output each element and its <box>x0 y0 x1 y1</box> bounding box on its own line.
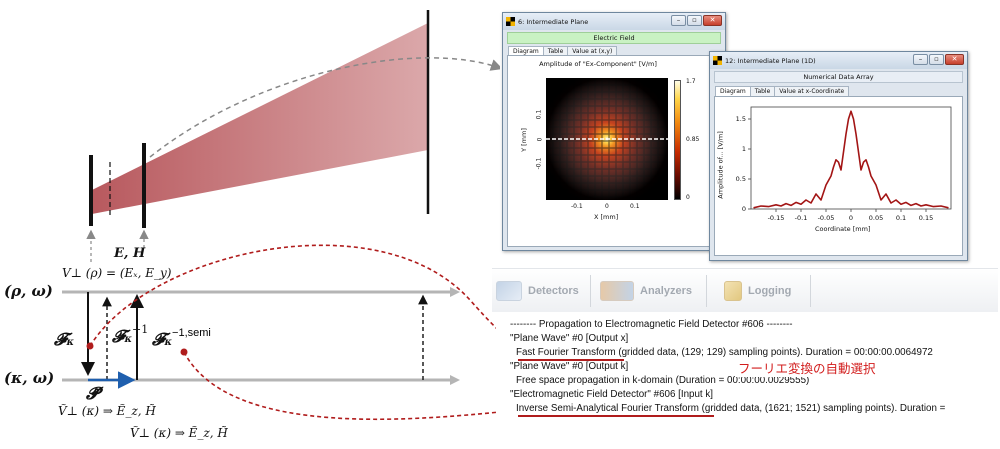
x-tick-label: 0.05 <box>869 214 883 222</box>
colorbar-tick-max: 1.7 <box>686 78 696 85</box>
app-icon <box>713 56 722 65</box>
heatmap <box>546 78 668 200</box>
semi-underline <box>518 415 714 417</box>
p-tilde-label: 𝓟̃ <box>86 384 99 404</box>
x-tick-label: -0.1 <box>795 214 808 222</box>
toolbar: Detectors Analyzers Logging <box>492 268 998 312</box>
x-tick-label: 0.1 <box>896 214 906 222</box>
v-kappa-label-2: Ṽ⊥ (κ) ⇒ Ẽ_z, H̃ <box>130 426 228 440</box>
semi-connector <box>183 351 500 421</box>
logging-icon <box>724 281 742 301</box>
x-axis-label: X [mm] <box>594 213 619 221</box>
rho-omega-label: (ρ, ω) <box>4 282 53 300</box>
fft-underline <box>518 359 624 361</box>
x-tick-label: -0.05 <box>818 214 835 222</box>
y-tick-label: 0 <box>742 205 746 213</box>
colorbar-tick-mid: 0.85 <box>686 136 700 143</box>
log-line: "Plane Wave" #0 [Output x] <box>510 333 629 344</box>
log-line: "Electromagnetic Field Detector" #606 [I… <box>510 389 713 400</box>
f-inv-label: 𝓕κ−1 <box>112 323 149 347</box>
v-kappa-label-1: Ṽ⊥ (κ) ⇒ Ẽ_z, H̃ <box>58 404 156 418</box>
window-intermediate-plane-1d[interactable]: 12: Intermediate Plane (1D) – ▫ ✕ Numeri… <box>709 51 968 261</box>
field-label: E, H <box>114 246 146 261</box>
banner-electric-field: Electric Field <box>507 32 721 44</box>
log-line: Fast Fourier Transform (gridded data, (1… <box>516 347 933 358</box>
x-axis-label: Coordinate [mm] <box>815 225 871 233</box>
plot-area-2d: Amplitude of "Ex-Component" [V/m] 1.7 0.… <box>507 55 723 247</box>
y-tick-label: 1.5 <box>736 115 746 123</box>
colorbar <box>674 80 681 200</box>
app-icon <box>506 17 515 26</box>
banner-numerical-data: Numerical Data Array <box>714 71 963 83</box>
window-intermediate-plane[interactable]: 6: Intermediate Plane – ▫ ✕ Electric Fie… <box>502 12 726 251</box>
series-line-0 <box>753 110 949 209</box>
x-tick-left: -0.1 <box>571 203 583 210</box>
x-tick-label: -0.15 <box>768 214 785 222</box>
minimize-button[interactable]: – <box>913 54 928 65</box>
log-line: Inverse Semi-Analytical Fourier Transfor… <box>516 403 946 414</box>
kappa-omega-label: (κ, ω) <box>4 369 55 387</box>
maximize-button[interactable]: ▫ <box>929 54 944 65</box>
analyzers-icon <box>600 281 634 301</box>
propagation-diagram <box>62 10 500 421</box>
logging-button[interactable]: Logging <box>724 281 791 301</box>
y-tick-label: 0.5 <box>736 175 746 183</box>
v-perp-rho-label: V⊥ (ρ) = (Eₓ, E_y) <box>62 266 172 280</box>
tab-value-at-x[interactable]: Value at x-Coordinate <box>774 86 850 96</box>
tab-diagram[interactable]: Diagram <box>715 86 751 96</box>
y-axis-label: Amplitude of... [V/m] <box>716 131 725 199</box>
plot-title-2d: Amplitude of "Ex-Component" [V/m] <box>539 60 657 68</box>
analyzers-button[interactable]: Analyzers <box>600 281 692 301</box>
window-title: 12: Intermediate Plane (1D) <box>725 56 816 65</box>
close-button[interactable]: ✕ <box>945 54 964 65</box>
y-tick-mid: 0 <box>536 137 544 142</box>
plot-frame <box>750 106 952 210</box>
y-axis-label: Y [mm] <box>519 128 528 152</box>
x-tick-right: 0.1 <box>630 203 640 210</box>
log-line: -------- Propagation to Electromagnetic … <box>510 319 793 330</box>
y-tick-top: 0.1 <box>535 109 543 120</box>
x-tick-label: 0.15 <box>919 214 933 222</box>
log-line: "Plane Wave" #0 [Output k] <box>510 361 629 372</box>
x-tick-label: 0 <box>849 214 853 222</box>
close-button[interactable]: ✕ <box>703 15 722 26</box>
f-kappa-label: 𝓕κ <box>54 330 75 350</box>
detectors-icon <box>496 281 522 301</box>
maximize-button[interactable]: ▫ <box>687 15 702 26</box>
f-semi-label: 𝓕κ−1,semi <box>152 327 211 350</box>
detectors-button[interactable]: Detectors <box>496 281 579 301</box>
tab-table[interactable]: Table <box>749 86 776 96</box>
colorbar-tick-min: 0 <box>686 194 690 201</box>
y-tick-label: 1 <box>742 145 746 153</box>
y-tick-bottom: -0.1 <box>535 157 543 170</box>
annotation-auto-select: フーリエ変換の自動選択 <box>735 358 879 377</box>
plot-area-1d: -0.15 -0.1 -0.05 0 0.05 0.1 0.15 0 0.5 1 1.5 Ampli… <box>714 96 963 256</box>
window-title: 6: Intermediate Plane <box>518 17 589 26</box>
x-tick-mid: 0 <box>605 203 609 210</box>
minimize-button[interactable]: – <box>671 15 686 26</box>
